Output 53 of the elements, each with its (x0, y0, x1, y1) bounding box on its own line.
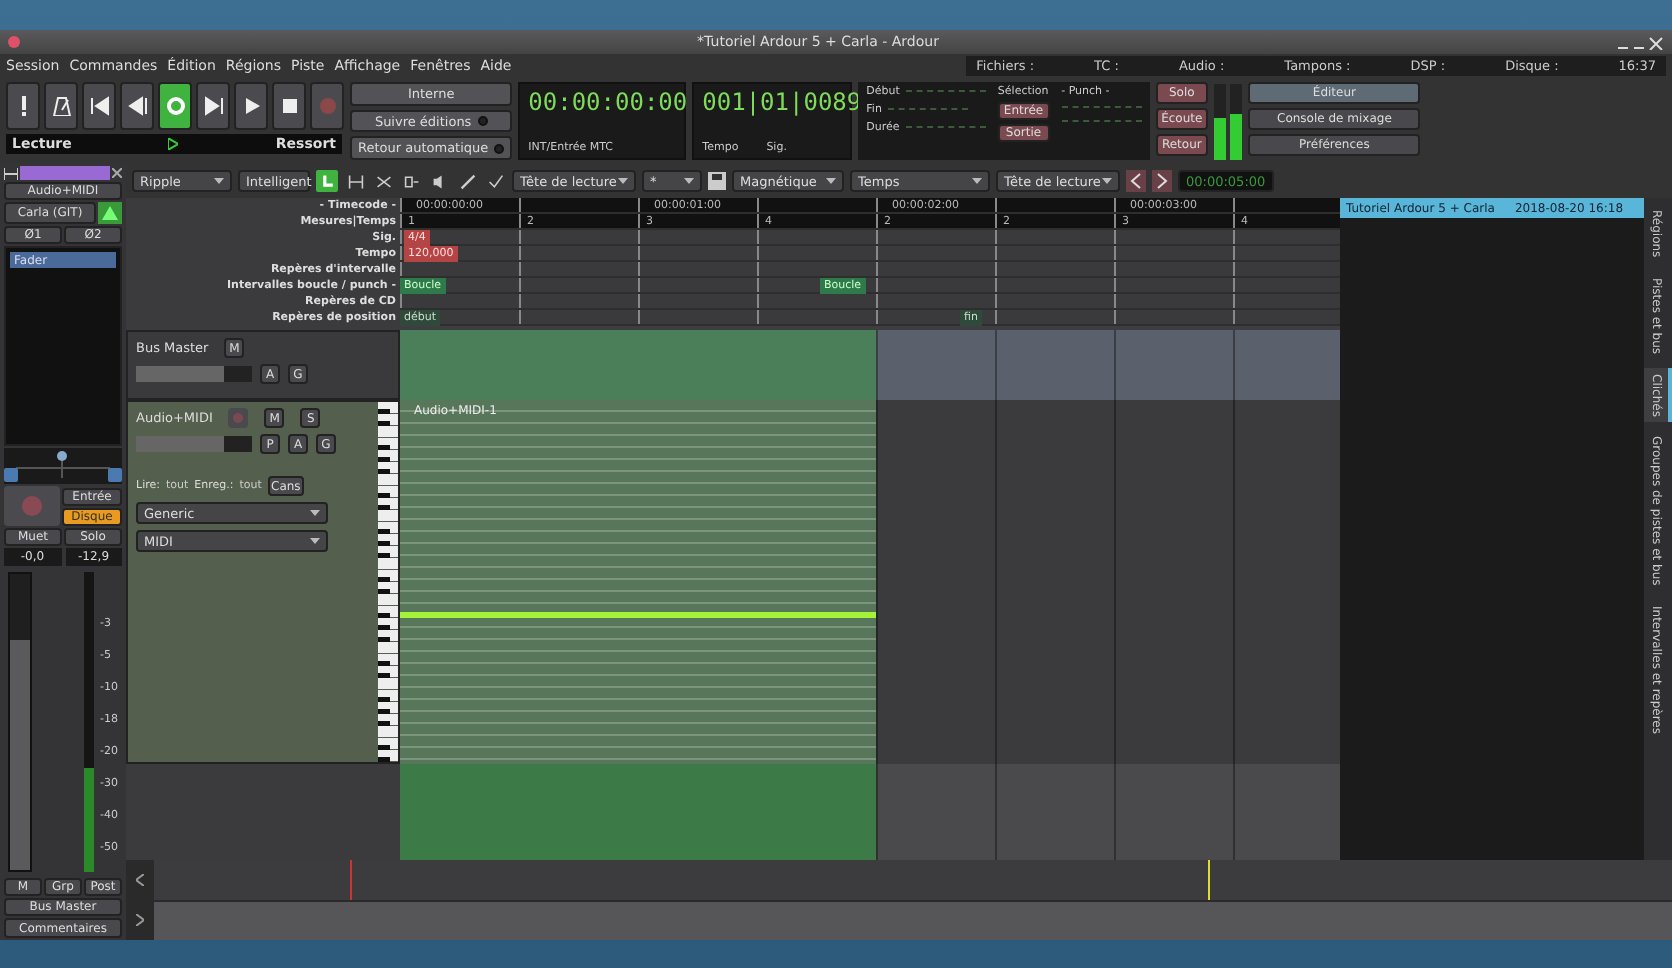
caret-icon (310, 538, 320, 544)
play-icon (168, 138, 179, 150)
range-icon (347, 173, 363, 189)
caret-icon (618, 178, 628, 184)
caret-icon (214, 178, 224, 184)
save-icon[interactable] (708, 172, 726, 190)
tool-button[interactable] (344, 170, 366, 192)
color-bar (20, 166, 110, 180)
skip-back-icon (127, 96, 147, 116)
tool-button[interactable] (456, 170, 478, 192)
level-meter (1214, 83, 1227, 159)
position-line (1208, 860, 1210, 899)
metronome-icon (51, 96, 71, 116)
caret-icon (826, 178, 836, 184)
stretch-icon (403, 173, 419, 189)
transport-button[interactable] (44, 82, 78, 130)
caret-icon (310, 510, 320, 516)
transport-button[interactable] (234, 82, 268, 130)
width-icon[interactable] (4, 167, 18, 179)
fader[interactable] (8, 572, 32, 872)
transport-button[interactable] (272, 82, 306, 130)
tool-button[interactable] (400, 170, 422, 192)
stop-icon (279, 96, 299, 116)
tool-button[interactable] (316, 170, 338, 192)
record-icon (317, 96, 337, 116)
chevron-right-icon[interactable] (136, 914, 144, 927)
loop-icon (165, 96, 185, 116)
transport-button[interactable] (196, 82, 230, 130)
caret-icon (972, 178, 982, 184)
playhead-line (350, 860, 352, 899)
nudge-forward-icon[interactable] (1152, 170, 1172, 192)
chevron-left-icon[interactable] (136, 873, 144, 886)
triangle-icon[interactable] (98, 202, 122, 224)
skip-forward-icon (203, 96, 223, 116)
close-icon[interactable] (112, 168, 122, 178)
transport-button[interactable] (82, 82, 116, 130)
transport-button[interactable] (120, 82, 154, 130)
scissors-icon (375, 173, 391, 189)
tool-button[interactable] (484, 170, 506, 192)
panner-drawing[interactable] (4, 448, 122, 484)
transport-button[interactable] (158, 82, 192, 130)
track-fader[interactable] (136, 436, 252, 452)
nudge-back-icon[interactable] (1126, 170, 1146, 192)
track-fader[interactable] (136, 366, 252, 382)
pencil-icon (459, 173, 475, 189)
transport-button[interactable] (6, 82, 40, 130)
caret-icon (684, 178, 694, 184)
play-icon (241, 96, 261, 116)
level-meter (1230, 83, 1243, 159)
skip-back-icon (89, 96, 109, 116)
window-controls-icon[interactable] (1616, 35, 1664, 49)
speaker-icon (431, 173, 447, 189)
caret-icon (1102, 178, 1112, 184)
